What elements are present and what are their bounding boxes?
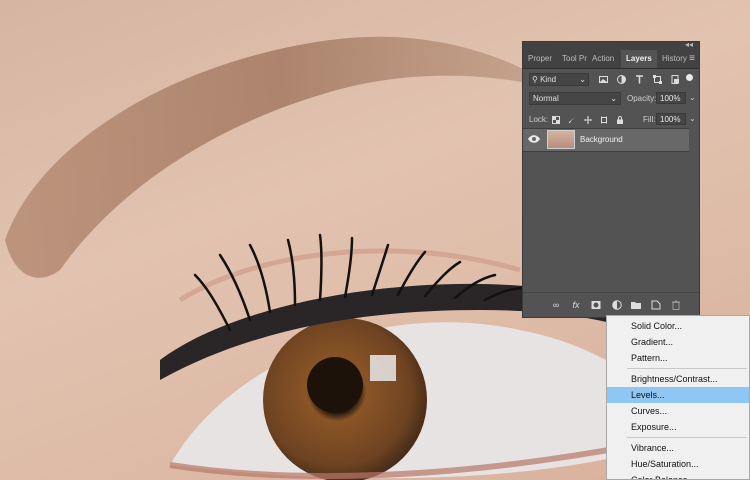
filter-toggle[interactable]: [686, 74, 693, 81]
panel-tabs: Proper Tool Pr Action Layers History ≡: [523, 50, 699, 69]
lock-position-move-icon[interactable]: [584, 116, 592, 124]
new-layer-icon[interactable]: [651, 300, 661, 310]
menu-item-hue-saturation[interactable]: Hue/Saturation...: [607, 456, 749, 472]
menu-item-color-balance[interactable]: Color Balance...: [607, 472, 749, 479]
menu-separator: [627, 437, 747, 438]
fill-input[interactable]: 100%: [656, 113, 686, 125]
chevron-down-icon: ⌄: [579, 75, 586, 84]
lock-all-icon[interactable]: [616, 116, 624, 124]
trash-icon[interactable]: [671, 300, 681, 310]
type-filter-icon[interactable]: [635, 75, 644, 84]
adjustment-layer-icon[interactable]: [612, 300, 622, 310]
panel-bottom-bar: ∞ fx: [523, 292, 699, 317]
shape-filter-icon[interactable]: [653, 75, 662, 84]
blend-mode-select[interactable]: Normal ⌄: [529, 92, 621, 105]
layer-row-background[interactable]: Background: [523, 128, 689, 152]
mask-icon[interactable]: [591, 300, 601, 310]
panel-menu-icon[interactable]: ≡: [689, 53, 695, 64]
menu-item-brightness-contrast[interactable]: Brightness/Contrast...: [607, 371, 749, 387]
menu-item-vibrance[interactable]: Vibrance...: [607, 440, 749, 456]
menu-item-solid-color[interactable]: Solid Color...: [607, 318, 749, 334]
tab-history[interactable]: History: [657, 50, 693, 68]
chevron-down-icon[interactable]: ⌄: [689, 114, 696, 123]
blend-row: Normal ⌄ Opacity: 100% ⌄: [523, 89, 699, 109]
blend-mode-value: Normal: [533, 94, 559, 103]
tab-layers[interactable]: Layers: [621, 50, 657, 68]
adjustment-filter-icon[interactable]: [617, 75, 626, 84]
link-icon[interactable]: ∞: [551, 300, 561, 310]
smart-object-filter-icon[interactable]: [671, 75, 680, 84]
filter-kind-select[interactable]: ⚲ Kind ⌄: [529, 73, 589, 86]
tab-actions[interactable]: Action: [587, 50, 621, 68]
layer-thumbnail: [547, 130, 575, 149]
filter-row: ⚲ Kind ⌄: [523, 69, 699, 89]
menu-item-pattern[interactable]: Pattern...: [607, 350, 749, 366]
panel-header: ◂◂: [523, 40, 699, 50]
lock-pixels-brush-icon[interactable]: [568, 116, 576, 124]
image-filter-icon[interactable]: [599, 75, 608, 84]
lock-artboard-icon[interactable]: [600, 116, 608, 124]
layers-panel: ◂◂ Proper Tool Pr Action Layers History …: [522, 40, 700, 318]
fx-icon[interactable]: fx: [571, 300, 581, 310]
opacity-label: Opacity:: [627, 94, 657, 103]
layer-name: Background: [580, 135, 623, 144]
tab-tool-presets[interactable]: Tool Pr: [557, 50, 587, 68]
eye-visibility-icon[interactable]: [528, 134, 540, 144]
menu-item-curves[interactable]: Curves...: [607, 403, 749, 419]
group-folder-icon[interactable]: [631, 300, 641, 310]
search-icon: ⚲: [532, 75, 538, 84]
filter-kind-label: Kind: [540, 75, 557, 84]
opacity-input[interactable]: 100%: [656, 92, 686, 104]
fill-label: Fill:: [643, 115, 656, 124]
menu-item-gradient[interactable]: Gradient...: [607, 334, 749, 350]
chevron-down-icon: ⌄: [610, 94, 617, 103]
tab-properties[interactable]: Proper: [523, 50, 557, 68]
lock-label: Lock:: [529, 115, 549, 124]
lock-transparency-icon[interactable]: [552, 116, 560, 124]
collapse-icon[interactable]: ◂◂: [685, 40, 693, 49]
menu-item-exposure[interactable]: Exposure...: [607, 419, 749, 435]
adjustment-menu: Solid Color... Gradient... Pattern... Br…: [606, 315, 750, 480]
menu-separator: [627, 368, 747, 369]
menu-item-levels[interactable]: Levels...: [607, 387, 749, 403]
chevron-down-icon[interactable]: ⌄: [689, 93, 696, 102]
lock-row: Lock: Fill: 100% ⌄: [523, 109, 699, 129]
